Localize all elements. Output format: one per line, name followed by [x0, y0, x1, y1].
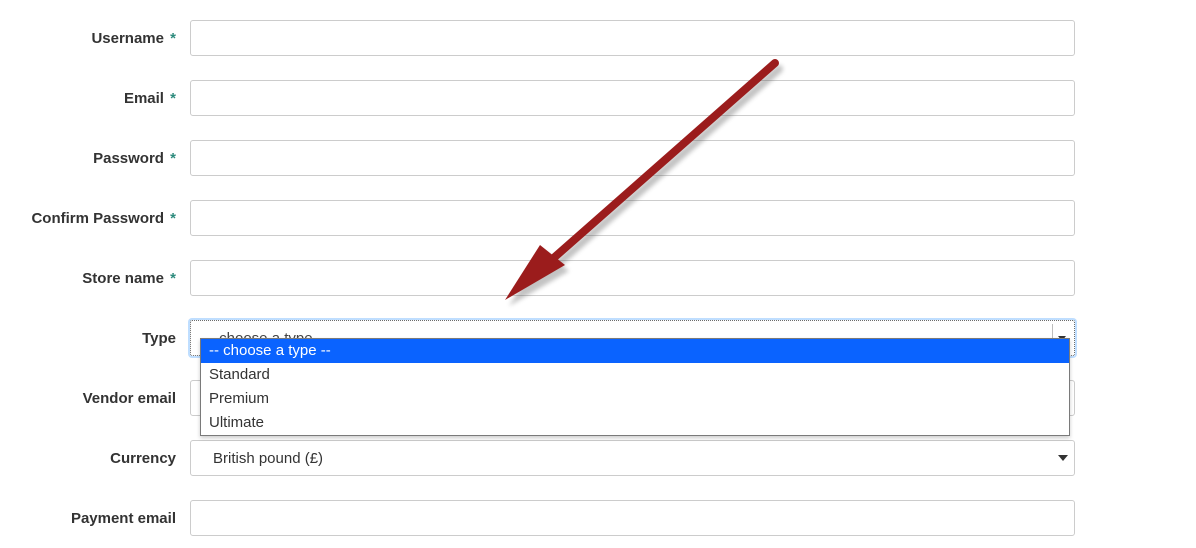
row-store-name: Store name * — [0, 248, 1196, 308]
username-input[interactable] — [190, 20, 1075, 56]
type-option[interactable]: -- choose a type -- — [201, 339, 1069, 363]
label-text: Vendor email — [83, 390, 176, 407]
currency-select-value: British pound (£) — [205, 450, 323, 467]
email-input[interactable] — [190, 80, 1075, 116]
type-option[interactable]: Standard — [201, 363, 1069, 387]
row-confirm-password: Confirm Password * — [0, 188, 1196, 248]
label-text: Type — [142, 330, 176, 347]
row-password: Password * — [0, 128, 1196, 188]
label-vendor-email: Vendor email — [0, 390, 190, 407]
label-payment-email: Payment email — [0, 510, 190, 527]
row-username: Username * — [0, 8, 1196, 68]
label-password: Password * — [0, 150, 190, 167]
password-input[interactable] — [190, 140, 1075, 176]
currency-select[interactable]: British pound (£) — [190, 440, 1075, 476]
label-currency: Currency — [0, 450, 190, 467]
row-payment-email: Payment email — [0, 488, 1196, 548]
type-dropdown-listbox[interactable]: -- choose a type --StandardPremiumUltima… — [200, 338, 1070, 436]
label-text: Password — [93, 150, 164, 167]
store-name-input[interactable] — [190, 260, 1075, 296]
label-confirm-password: Confirm Password * — [0, 210, 190, 227]
label-text: Username — [91, 30, 164, 47]
required-asterisk: * — [170, 150, 176, 167]
caret-down-icon — [1058, 455, 1068, 461]
row-currency: Currency British pound (£) — [0, 428, 1196, 488]
required-asterisk: * — [170, 90, 176, 107]
required-asterisk: * — [170, 210, 176, 227]
confirm-password-input[interactable] — [190, 200, 1075, 236]
type-option[interactable]: Ultimate — [201, 411, 1069, 435]
label-text: Email — [124, 90, 164, 107]
label-text: Payment email — [71, 510, 176, 527]
label-text: Currency — [110, 450, 176, 467]
required-asterisk: * — [170, 30, 176, 47]
required-asterisk: * — [170, 270, 176, 287]
label-text: Store name — [82, 270, 164, 287]
type-option[interactable]: Premium — [201, 387, 1069, 411]
label-type: Type — [0, 330, 190, 347]
payment-email-input[interactable] — [190, 500, 1075, 536]
label-username: Username * — [0, 30, 190, 47]
label-text: Confirm Password — [31, 210, 164, 227]
label-email: Email * — [0, 90, 190, 107]
row-email: Email * — [0, 68, 1196, 128]
label-store-name: Store name * — [0, 270, 190, 287]
